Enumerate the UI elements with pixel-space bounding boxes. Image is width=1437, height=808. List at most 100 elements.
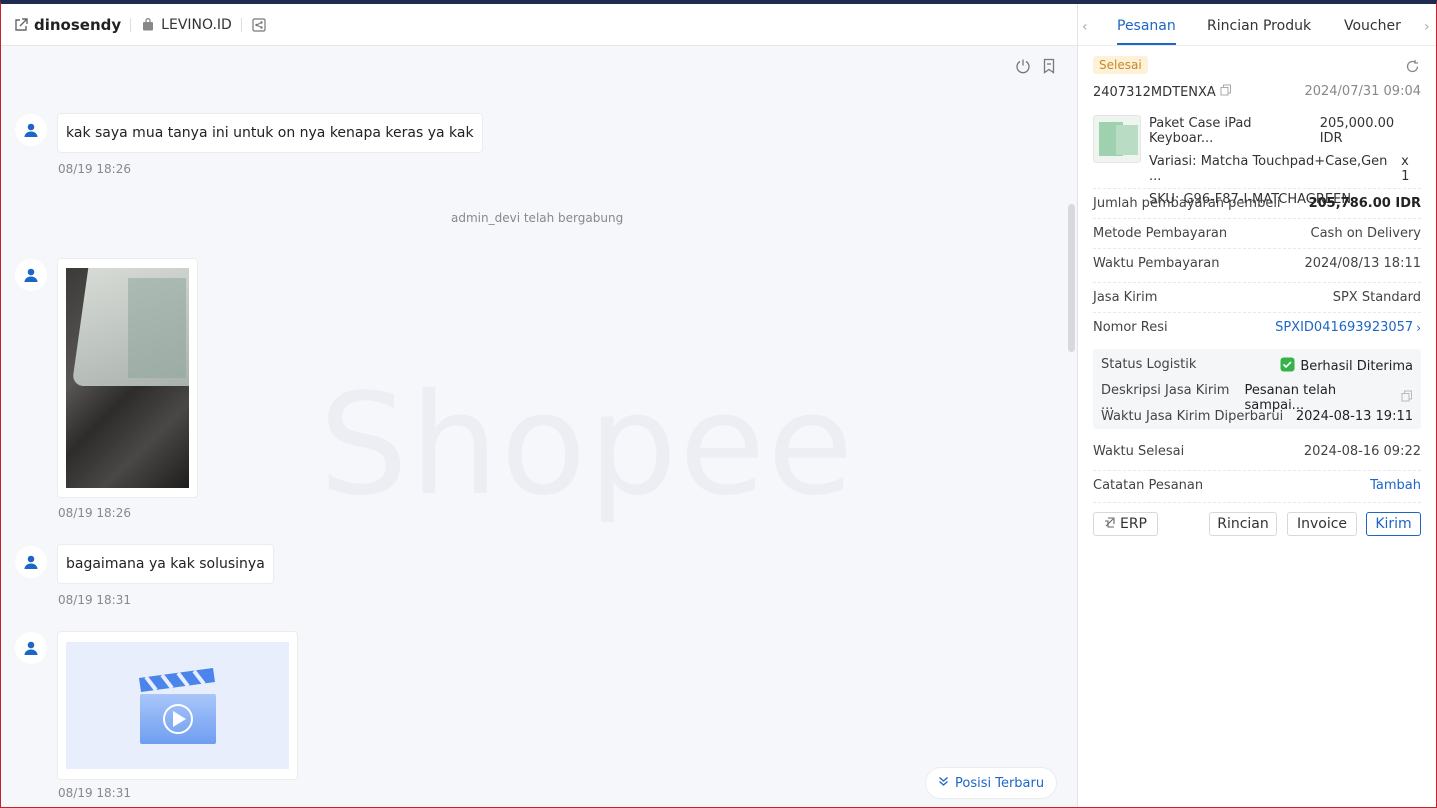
shopee-watermark: Shopee	[319, 364, 856, 527]
completed-time: 2024-08-16 09:22	[1303, 444, 1421, 459]
double-chevron-down-icon	[938, 776, 949, 791]
buyer-avatar	[15, 259, 47, 291]
chevron-right-icon[interactable]: ›	[1424, 19, 1430, 35]
tab-pesanan[interactable]: Pesanan	[1117, 18, 1176, 34]
payment-amount: 205,786.00 IDR	[1308, 196, 1421, 211]
user-icon	[24, 123, 38, 137]
image-message[interactable]	[57, 258, 198, 498]
tab-voucher[interactable]: Voucher	[1344, 18, 1401, 34]
video-message[interactable]	[57, 631, 298, 780]
buyer-avatar	[15, 114, 47, 146]
user-icon	[24, 268, 38, 282]
product-name[interactable]: Paket Case iPad Keyboar...	[1149, 116, 1320, 146]
payment-time-row: Waktu Pembayaran 2024/08/13 18:11	[1093, 256, 1421, 271]
chat-tools	[1015, 58, 1057, 74]
chat-pane: dinosendy LEVINO.ID Shopee kak saya mua …	[1, 4, 1077, 807]
payment-method: Cash on Delivery	[1310, 226, 1421, 241]
tracking-label: Nomor Resi	[1093, 320, 1168, 335]
payment-time-label: Waktu Pembayaran	[1093, 256, 1220, 271]
logistics-status: Berhasil Diterima	[1300, 359, 1413, 374]
chevron-left-icon[interactable]: ‹	[1082, 19, 1088, 35]
product-info: Paket Case iPad Keyboar... 205,000.00 ID…	[1149, 116, 1421, 207]
user-icon	[24, 555, 38, 569]
chevron-right-icon[interactable]: ›	[1416, 321, 1421, 335]
panel-tabs: ‹ Pesanan Rincian Produk Voucher ›	[1078, 4, 1437, 46]
erp-label: ERP	[1119, 516, 1147, 532]
divider	[1093, 470, 1421, 471]
payment-amount-label: Jumlah pembayaran pembeli	[1093, 196, 1281, 211]
shop-name: LEVINO.ID	[161, 16, 232, 33]
logistics-update: 2024-08-13 19:11	[1295, 409, 1413, 424]
payment-amount-row: Jumlah pembayaran pembeli 205,786.00 IDR	[1093, 196, 1421, 211]
order-note-row: Catatan Pesanan Tambah	[1093, 478, 1421, 493]
buyer-avatar	[15, 546, 47, 578]
variation-label: Variasi:	[1149, 154, 1197, 169]
payment-time: 2024/08/13 18:11	[1304, 256, 1421, 271]
order-panel: ‹ Pesanan Rincian Produk Voucher › Seles…	[1077, 4, 1437, 807]
rincian-button[interactable]: Rincian	[1209, 512, 1277, 536]
tracking-number-link[interactable]: SPXID041693923057	[1275, 320, 1413, 335]
payment-method-label: Metode Pembayaran	[1093, 226, 1228, 241]
latest-position-button[interactable]: Posisi Terbaru	[925, 767, 1058, 799]
chat-header: dinosendy LEVINO.ID	[1, 4, 1077, 46]
check-badge-icon	[1280, 357, 1295, 376]
logistics-box: Status Logistik Berhasil Diterima Deskri…	[1093, 349, 1421, 429]
payment-method-row: Metode Pembayaran Cash on Delivery	[1093, 226, 1421, 241]
kirim-button[interactable]: Kirim	[1366, 512, 1421, 536]
power-icon[interactable]	[1015, 58, 1031, 74]
order-note-label: Catatan Pesanan	[1093, 478, 1204, 493]
product-price: 205,000.00 IDR	[1319, 116, 1395, 146]
logistics-status-label: Status Logistik	[1101, 357, 1197, 372]
divider	[1093, 218, 1421, 219]
shop-bag-icon	[140, 17, 156, 33]
divider	[240, 17, 242, 32]
product-thumbnail[interactable]	[1093, 115, 1141, 163]
video-thumbnail[interactable]	[66, 642, 289, 769]
add-note-link[interactable]: Tambah	[1370, 478, 1421, 493]
order-id-row: 2407312MDTENXA 2024/07/31 09:04	[1093, 84, 1421, 100]
completed-time-label: Waktu Selesai	[1093, 444, 1185, 459]
buyer-username[interactable]: dinosendy	[34, 16, 121, 34]
product-qty: x 1	[1401, 154, 1410, 184]
message-bubble[interactable]: kak saya mua tanya ini untuk on nya kena…	[57, 113, 483, 153]
user-icon	[24, 641, 38, 655]
divider	[1093, 502, 1421, 503]
system-message: admin_devi telah bergabung	[451, 211, 624, 225]
message-time: 08/19 18:26	[58, 506, 131, 520]
refresh-icon[interactable]	[1405, 59, 1420, 78]
tracking-row: Nomor Resi SPXID041693923057 ›	[1093, 320, 1421, 335]
buyer-avatar	[15, 632, 47, 664]
video-clapper-icon	[138, 667, 216, 744]
external-link-icon[interactable]	[13, 17, 29, 33]
logistics-update-label: Waktu Jasa Kirim Diperbarui	[1101, 409, 1284, 424]
share-icon[interactable]	[251, 17, 267, 33]
erp-button[interactable]: ERP	[1093, 512, 1158, 536]
active-tab-indicator	[1117, 43, 1176, 45]
order-time: 2024/07/31 09:04	[1304, 84, 1421, 99]
divider	[1093, 312, 1421, 313]
completed-time-row: Waktu Selesai 2024-08-16 09:22	[1093, 444, 1421, 459]
courier: SPX Standard	[1332, 290, 1421, 305]
chat-scrollbar[interactable]	[1068, 204, 1075, 352]
invoice-button[interactable]: Invoice	[1287, 512, 1357, 536]
logistics-status-row: Status Logistik Berhasil Diterima	[1101, 357, 1413, 376]
latest-position-label: Posisi Terbaru	[955, 775, 1045, 791]
message-time: 08/19 18:31	[58, 786, 131, 800]
logistics-update-row: Waktu Jasa Kirim Diperbarui 2024-08-13 1…	[1101, 409, 1413, 424]
divider	[1093, 188, 1421, 189]
photo-thumbnail[interactable]	[66, 268, 189, 488]
copy-icon[interactable]	[1401, 390, 1413, 406]
divider	[130, 17, 132, 32]
divider	[1093, 282, 1421, 283]
copy-icon[interactable]	[1220, 84, 1232, 100]
courier-label: Jasa Kirim	[1093, 290, 1158, 305]
order-id[interactable]: 2407312MDTENXA	[1093, 85, 1216, 100]
tab-rincian-produk[interactable]: Rincian Produk	[1207, 18, 1311, 34]
message-time: 08/19 18:26	[58, 162, 131, 176]
erp-icon	[1104, 516, 1115, 532]
bookmark-icon[interactable]	[1041, 58, 1057, 74]
message-bubble[interactable]: bagaimana ya kak solusinya	[57, 544, 274, 584]
courier-row: Jasa Kirim SPX Standard	[1093, 290, 1421, 305]
divider	[1093, 248, 1421, 249]
order-status-badge: Selesai	[1093, 56, 1148, 74]
